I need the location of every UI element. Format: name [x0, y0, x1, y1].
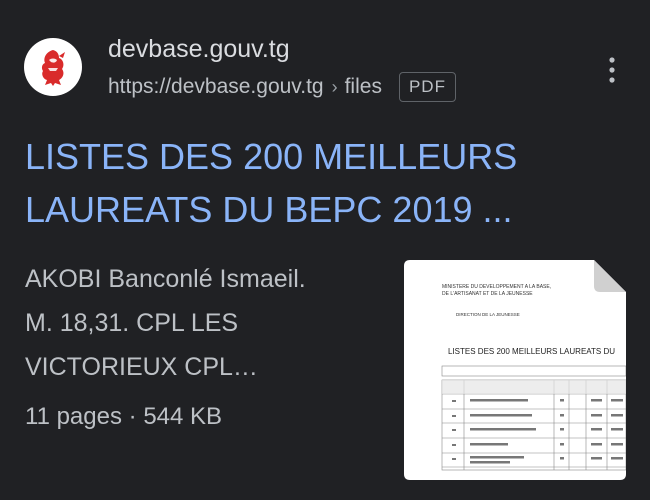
document-meta: 11 pages · 544 KB [25, 397, 222, 437]
result-snippet: AKOBI Banconlé Ismaeil. M. 18,31. CPL LE… [25, 257, 385, 389]
snippet-line-2: M. 18,31. CPL LES [25, 309, 239, 337]
breadcrumb: https://devbase.gouv.tg › files PDF [108, 70, 456, 104]
site-name[interactable]: devbase.gouv.tg [108, 32, 290, 66]
thumb-doc-title: LISTES DES 200 MEILLEURS LAUREATS DU [448, 347, 615, 356]
breadcrumb-separator: › [331, 76, 338, 97]
thumb-header-line-2: DE L'ARTISANAT ET DE LA JEUNESSE [442, 291, 533, 297]
result-title-line-1: LISTES DES 200 MEILLEURS [25, 136, 518, 177]
togo-lion-emblem-icon [41, 50, 65, 86]
more-options-button[interactable] [598, 52, 626, 88]
more-vert-icon [609, 57, 615, 83]
result-title-link[interactable]: LISTES DES 200 MEILLEURS LAUREATS DU BEP… [25, 130, 625, 236]
search-result-card: devbase.gouv.tg https://devbase.gouv.tg … [0, 0, 650, 500]
thumb-header-line-3: DIRECTION DE LA JEUNESSE [456, 312, 520, 317]
page-count: 11 pages [25, 403, 122, 430]
meta-separator: · [128, 403, 137, 430]
file-size: 544 KB [143, 403, 223, 430]
snippet-line-1: AKOBI Banconlé Ismaeil. [25, 265, 306, 293]
site-favicon[interactable] [24, 38, 82, 96]
file-type-badge: PDF [398, 72, 456, 102]
thumb-header-line-1: MINISTERE DU DEVELOPPEMENT A LA BASE, [442, 284, 551, 290]
url-path: files [344, 75, 382, 98]
pdf-thumbnail[interactable]: MINISTERE DU DEVELOPPEMENT A LA BASE, DE… [404, 260, 627, 480]
site-url[interactable]: https://devbase.gouv.tg [108, 75, 324, 99]
snippet-line-3: VICTORIEUX CPL… [25, 353, 258, 381]
pdf-page-thumbnail-icon: MINISTERE DU DEVELOPPEMENT A LA BASE, DE… [404, 260, 627, 480]
result-title-line-2: LAUREATS DU BEPC 2019 ... [25, 189, 513, 230]
